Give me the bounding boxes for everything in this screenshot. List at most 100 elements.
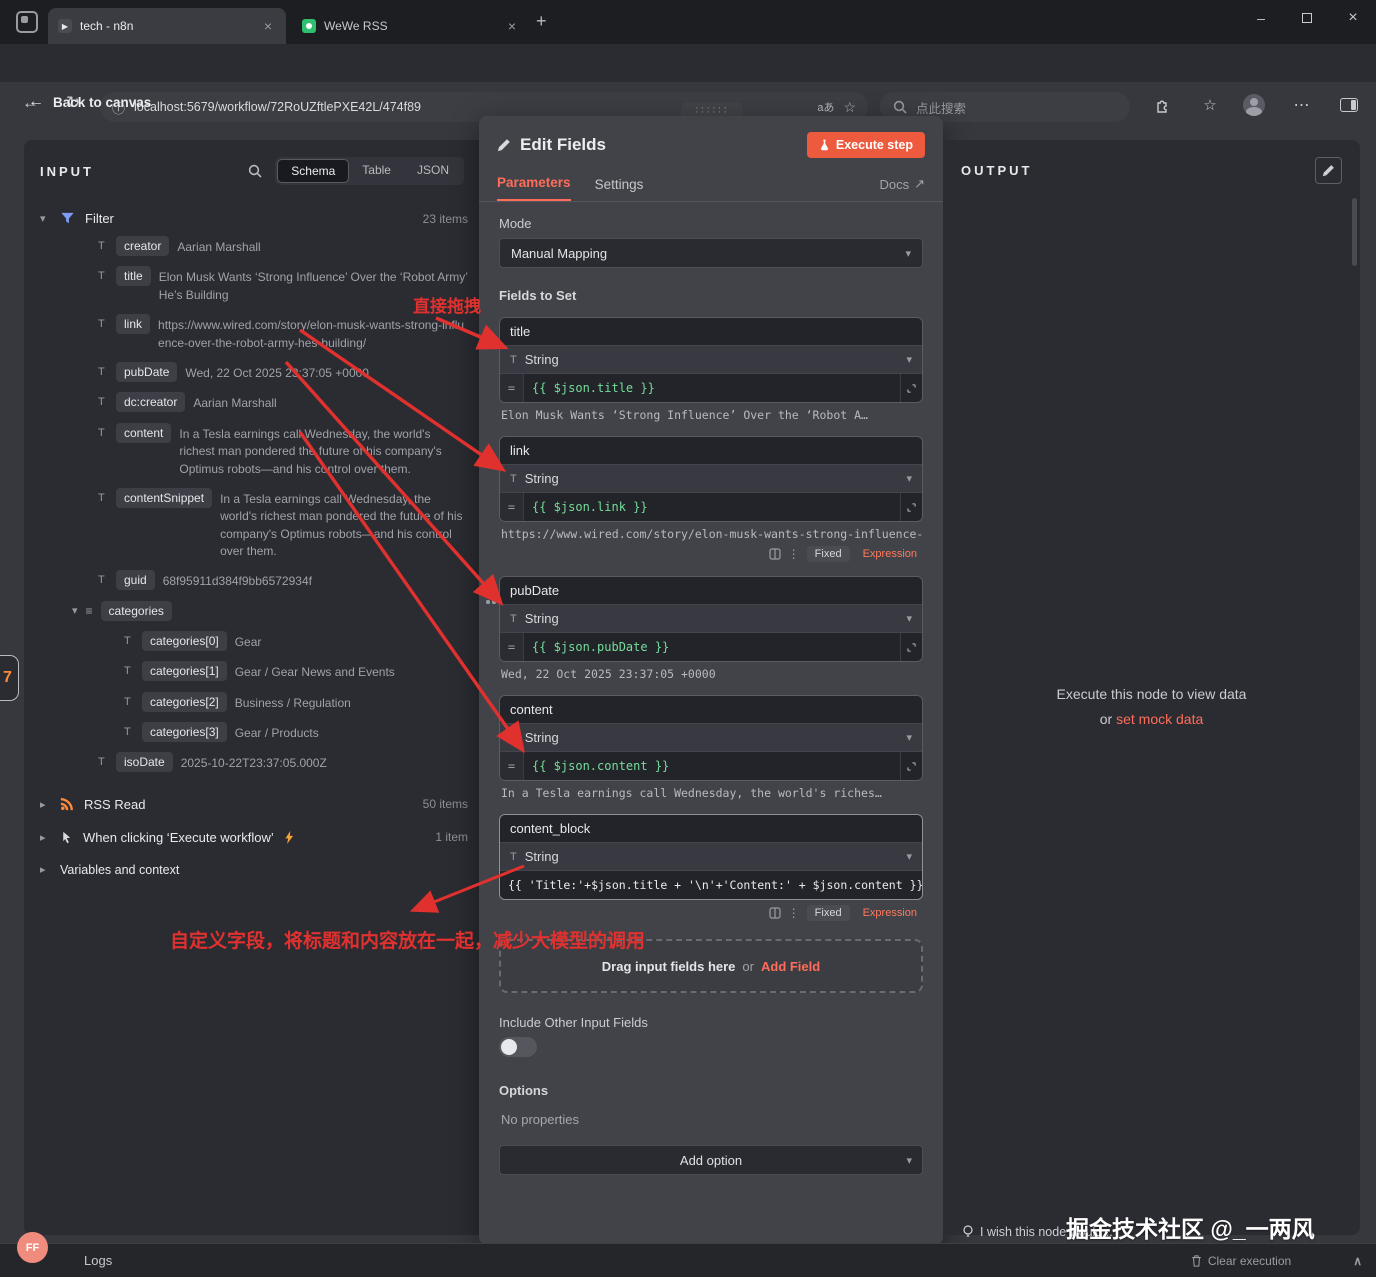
expand-expression-icon[interactable]	[900, 633, 922, 661]
user-avatar[interactable]: FF	[17, 1232, 48, 1263]
edit-output-button[interactable]	[1315, 157, 1342, 184]
expand-expression-icon[interactable]	[900, 752, 922, 780]
schema-key[interactable]: contentSnippet	[116, 487, 213, 508]
tab-schema[interactable]: Schema	[277, 159, 350, 183]
tab-json[interactable]: JSON	[404, 159, 462, 183]
tab-actions-icon[interactable]	[16, 11, 38, 33]
browser-tab-wewe[interactable]: WeWe RSS ×	[292, 8, 530, 44]
extensions-icon[interactable]	[1150, 93, 1174, 117]
field-name-input[interactable]	[500, 696, 922, 724]
field-value-input[interactable]: = {{ $json.content }}	[500, 752, 922, 780]
sidebar-icon[interactable]	[1337, 93, 1361, 117]
include-other-fields-toggle[interactable]	[499, 1037, 537, 1057]
tab-settings[interactable]: Settings	[595, 177, 644, 201]
expand-expression-icon[interactable]	[900, 374, 922, 402]
schema-key[interactable]: link	[116, 314, 151, 335]
maximize-button[interactable]	[1284, 0, 1330, 36]
expression-toggle[interactable]: Expression	[857, 905, 923, 921]
field-value-input[interactable]: = {{ $json.pubDate }}	[500, 633, 922, 661]
columns-icon[interactable]	[769, 548, 781, 560]
field-type-select[interactable]: T String ▾	[500, 346, 922, 374]
tab-table[interactable]: Table	[349, 159, 404, 183]
input-section-variables[interactable]: ▸ Variables and context	[40, 863, 468, 877]
schema-key[interactable]: guid	[116, 570, 155, 591]
expression-text[interactable]: {{ $json.content }}	[524, 752, 900, 780]
close-tab-icon[interactable]: ×	[260, 17, 276, 35]
schema-key[interactable]: pubDate	[116, 361, 178, 382]
translate-icon[interactable]: aあ	[817, 99, 834, 115]
profile-avatar[interactable]	[1242, 93, 1266, 117]
tab-parameters[interactable]: Parameters	[497, 175, 571, 201]
mode-select[interactable]: Manual Mapping ▾	[499, 238, 923, 268]
close-tab-icon[interactable]: ×	[504, 17, 520, 35]
drag-input-fields-area[interactable]: Drag input fields here or Add Field	[499, 939, 923, 993]
kebab-menu-icon[interactable]: ⋮	[788, 547, 800, 561]
field-type-select[interactable]: T String ▾	[500, 605, 922, 633]
minimize-button[interactable]: –	[1238, 0, 1284, 36]
favorite-star-icon[interactable]: ☆	[843, 99, 856, 116]
columns-icon[interactable]	[769, 907, 781, 919]
section-name: Variables and context	[60, 862, 180, 877]
chevron-down-icon: ▾	[906, 473, 912, 485]
input-section-rss-read[interactable]: ▸ RSS Read 50 items	[40, 797, 468, 812]
or-label: or	[1099, 710, 1113, 727]
kebab-menu-icon[interactable]: ⋮	[788, 906, 800, 920]
field-type-select[interactable]: T String ▾	[500, 724, 922, 752]
field-value-input[interactable]: {{ 'Title:'+$json.title + '\n'+'Content:…	[500, 871, 922, 899]
fixed-toggle[interactable]: Fixed	[806, 546, 850, 562]
schema-key[interactable]: dc:creator	[116, 392, 186, 413]
execute-step-button[interactable]: Execute step	[806, 132, 925, 158]
side-badge[interactable]: 7	[0, 655, 19, 701]
search-icon[interactable]	[247, 163, 263, 179]
field-name-input[interactable]	[500, 318, 922, 346]
type-string-icon: T	[98, 365, 105, 378]
schema-key[interactable]: title	[116, 266, 151, 287]
input-section-filter[interactable]: ▾ Filter 23 items	[40, 211, 468, 226]
collapse-logs-icon[interactable]: ∧	[1353, 1254, 1362, 1268]
scrollbar[interactable]	[1352, 198, 1357, 266]
expression-toggle[interactable]: Expression	[857, 546, 923, 562]
logs-label[interactable]: Logs	[84, 1253, 112, 1268]
set-mock-data-link[interactable]: set mock data	[1116, 711, 1203, 727]
input-section-manual-trigger[interactable]: ▸ When clicking ‘Execute workflow’ 1 ite…	[40, 830, 468, 845]
schema-key[interactable]: categories	[100, 600, 172, 621]
menu-icon[interactable]: ⋯	[1290, 93, 1314, 117]
expression-text[interactable]: {{ $json.title }}	[524, 374, 900, 402]
output-panel: OUTPUT Execute this node to view data or…	[943, 140, 1360, 1235]
clear-execution-button[interactable]: Clear execution	[1191, 1254, 1291, 1268]
close-window-button[interactable]: ×	[1330, 0, 1376, 36]
field-value-input[interactable]: = {{ $json.title }}	[500, 374, 922, 402]
field-value-input[interactable]: = {{ $json.link }}	[500, 493, 922, 521]
back-to-canvas-link[interactable]: ← Back to canvas	[28, 93, 151, 111]
schema-value: Gear	[234, 634, 262, 649]
schema-key[interactable]: creator	[116, 236, 170, 256]
expression-text[interactable]: {{ $json.pubDate }}	[524, 633, 900, 661]
schema-key[interactable]: categories[0]	[142, 630, 227, 651]
expression-text[interactable]: {{ 'Title:'+$json.title + '\n'+'Content:…	[500, 871, 922, 899]
field-name-input[interactable]	[500, 815, 922, 843]
docs-link[interactable]: Docs ↗	[879, 176, 925, 201]
schema-value: Elon Musk Wants ‘Strong Influence’ Over …	[158, 270, 468, 302]
add-option-select[interactable]: Add option ▾	[499, 1145, 923, 1175]
browser-tab-n8n[interactable]: ▶ tech - n8n ×	[48, 8, 286, 44]
field-name-input[interactable]	[500, 437, 922, 465]
favorites-bar-icon[interactable]: ☆	[1198, 93, 1222, 117]
search-icon	[893, 100, 907, 114]
schema-key[interactable]: categories[1]	[142, 661, 227, 682]
schema-key[interactable]: categories[3]	[142, 722, 227, 743]
schema-key[interactable]: content	[116, 422, 172, 443]
expand-expression-icon[interactable]	[900, 493, 922, 521]
logs-bar[interactable]: Logs Clear execution ∧	[0, 1243, 1376, 1277]
schema-group-categories[interactable]: ▾ ≡ categories	[72, 600, 468, 621]
schema-key[interactable]: isoDate	[116, 752, 173, 773]
add-field-link[interactable]: Add Field	[761, 959, 820, 974]
field-type-select[interactable]: T String ▾	[500, 465, 922, 493]
field-type-select[interactable]: T String ▾	[500, 843, 922, 871]
expression-text[interactable]: {{ $json.link }}	[524, 493, 900, 521]
filter-icon	[61, 212, 74, 224]
drag-grip-icon[interactable]	[486, 586, 490, 590]
schema-key[interactable]: categories[2]	[142, 691, 227, 712]
fixed-toggle[interactable]: Fixed	[806, 905, 850, 921]
field-name-input[interactable]	[500, 577, 922, 605]
new-tab-button[interactable]: +	[536, 12, 547, 30]
